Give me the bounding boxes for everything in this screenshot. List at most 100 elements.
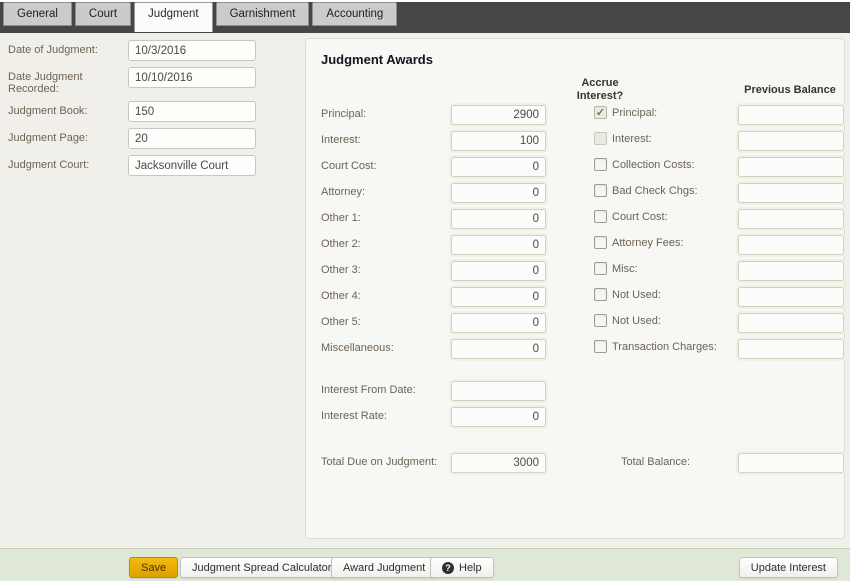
form-row: Judgment Court:: [8, 155, 300, 176]
interest-previous-balance-field[interactable]: [738, 131, 844, 151]
misc-previous-balance-field[interactable]: [738, 261, 844, 281]
interest-rate-field[interactable]: [451, 407, 546, 427]
judgment-detail-form: Date of Judgment: Date Judgment Recorded…: [8, 40, 300, 182]
form-row: Date Judgment Recorded:: [8, 67, 300, 95]
form-row: Date of Judgment:: [8, 40, 300, 61]
total-balance-label: Total Balance:: [621, 456, 690, 468]
judgment-book-label: Judgment Book:: [8, 101, 128, 122]
not-used-2-accrue-checkbox[interactable]: [594, 314, 607, 327]
tab-garnishment[interactable]: Garnishment: [216, 2, 310, 26]
accrue-row: Principal:: [594, 105, 744, 131]
accrue-interest-header-line1: Accrue: [544, 77, 656, 90]
court-cost-amount-field[interactable]: [451, 157, 546, 177]
form-row: Judgment Book:: [8, 101, 300, 122]
not-used-1-accrue-label: Not Used:: [612, 288, 661, 301]
accrue-interest-header-line2: Interest?: [544, 90, 656, 103]
accrue-row: Court Cost:: [594, 209, 744, 235]
other4-amount-field[interactable]: [451, 287, 546, 307]
interest-from-date-field[interactable]: [451, 381, 546, 401]
tab-court[interactable]: Court: [75, 2, 131, 26]
bad-check-chgs-previous-balance-field[interactable]: [738, 183, 844, 203]
save-button[interactable]: Save: [129, 557, 178, 578]
previous-balance-column: [738, 105, 844, 365]
judgment-book-field[interactable]: [128, 101, 256, 122]
other3-label: Other 3:: [321, 261, 449, 287]
court-cost-label: Court Cost:: [321, 157, 449, 183]
transaction-charges-accrue-checkbox[interactable]: [594, 340, 607, 353]
other3-amount-field[interactable]: [451, 261, 546, 281]
attorney-label: Attorney:: [321, 183, 449, 209]
collection-costs-accrue-checkbox[interactable]: [594, 158, 607, 171]
accrue-row: Not Used:: [594, 313, 744, 339]
update-interest-button[interactable]: Update Interest: [739, 557, 838, 578]
principal-label: Principal:: [321, 105, 449, 131]
principal-accrue-checkbox[interactable]: [594, 106, 607, 119]
attorney-fees-previous-balance-field[interactable]: [738, 235, 844, 255]
attorney-amount-field[interactable]: [451, 183, 546, 203]
tab-judgment[interactable]: Judgment: [134, 2, 213, 32]
bottom-toolbar: Save Judgment Spread Calculator Award Ju…: [0, 548, 850, 581]
accrue-row: Attorney Fees:: [594, 235, 744, 261]
other5-label: Other 5:: [321, 313, 449, 339]
bad-check-chgs-accrue-label: Bad Check Chgs:: [612, 184, 698, 197]
date-of-judgment-label: Date of Judgment:: [8, 40, 128, 61]
not-used-1-accrue-checkbox[interactable]: [594, 288, 607, 301]
other2-amount-field[interactable]: [451, 235, 546, 255]
not-used-2-previous-balance-field[interactable]: [738, 313, 844, 333]
interest-accrue-checkbox[interactable]: [594, 132, 607, 145]
interest-amount-field[interactable]: [451, 131, 546, 151]
panel-title: Judgment Awards: [321, 52, 433, 67]
interest-rate-label: Interest Rate:: [321, 410, 387, 422]
attorney-fees-accrue-label: Attorney Fees:: [612, 236, 684, 249]
date-judgment-recorded-field[interactable]: [128, 67, 256, 88]
total-balance-field[interactable]: [738, 453, 844, 473]
miscellaneous-amount-field[interactable]: [451, 339, 546, 359]
collection-costs-previous-balance-field[interactable]: [738, 157, 844, 177]
misc-accrue-label: Misc:: [612, 262, 638, 275]
date-judgment-recorded-label: Date Judgment Recorded:: [8, 67, 128, 95]
other1-label: Other 1:: [321, 209, 449, 235]
judgment-page-label: Judgment Page:: [8, 128, 128, 149]
court-cost-previous-balance-field[interactable]: [738, 209, 844, 229]
accrue-interest-header: Accrue Interest?: [544, 77, 656, 103]
judgment-page-field[interactable]: [128, 128, 256, 149]
not-used-2-accrue-label: Not Used:: [612, 314, 661, 327]
interest-from-date-label: Interest From Date:: [321, 384, 416, 396]
award-judgment-button[interactable]: Award Judgment: [331, 557, 437, 578]
help-button[interactable]: ? Help: [430, 557, 494, 578]
other1-amount-field[interactable]: [451, 209, 546, 229]
collection-costs-accrue-label: Collection Costs:: [612, 158, 695, 171]
misc-accrue-checkbox[interactable]: [594, 262, 607, 275]
accrue-row: Bad Check Chgs:: [594, 183, 744, 209]
date-of-judgment-field[interactable]: [128, 40, 256, 61]
judgment-awards-panel: Judgment Awards Accrue Interest? Previou…: [305, 38, 845, 539]
amount-labels-column: Principal: Interest: Court Cost: Attorne…: [321, 105, 449, 365]
not-used-1-previous-balance-field[interactable]: [738, 287, 844, 307]
principal-accrue-label: Principal:: [612, 106, 657, 119]
accrue-row: Interest:: [594, 131, 744, 157]
amount-inputs-column: [451, 105, 546, 365]
total-due-on-judgment-label: Total Due on Judgment:: [321, 456, 437, 468]
transaction-charges-accrue-label: Transaction Charges:: [612, 340, 717, 353]
interest-label: Interest:: [321, 131, 449, 157]
court-cost-accrue-checkbox[interactable]: [594, 210, 607, 223]
principal-amount-field[interactable]: [451, 105, 546, 125]
accrue-interest-column: Principal: Interest: Collection Costs: B…: [594, 105, 744, 365]
principal-previous-balance-field[interactable]: [738, 105, 844, 125]
accrue-row: Transaction Charges:: [594, 339, 744, 365]
judgment-tab-content: Date of Judgment: Date Judgment Recorded…: [0, 33, 850, 548]
judgment-court-field[interactable]: [128, 155, 256, 176]
transaction-charges-previous-balance-field[interactable]: [738, 339, 844, 359]
interest-accrue-label: Interest:: [612, 132, 652, 145]
attorney-fees-accrue-checkbox[interactable]: [594, 236, 607, 249]
tab-general[interactable]: General: [3, 2, 72, 26]
tab-accounting[interactable]: Accounting: [312, 2, 397, 26]
form-row: Judgment Page:: [8, 128, 300, 149]
court-cost-accrue-label: Court Cost:: [612, 210, 668, 223]
judgment-court-label: Judgment Court:: [8, 155, 128, 176]
other2-label: Other 2:: [321, 235, 449, 261]
total-due-on-judgment-field[interactable]: [451, 453, 546, 473]
bad-check-chgs-accrue-checkbox[interactable]: [594, 184, 607, 197]
other5-amount-field[interactable]: [451, 313, 546, 333]
judgment-spread-calculator-button[interactable]: Judgment Spread Calculator: [180, 557, 343, 578]
